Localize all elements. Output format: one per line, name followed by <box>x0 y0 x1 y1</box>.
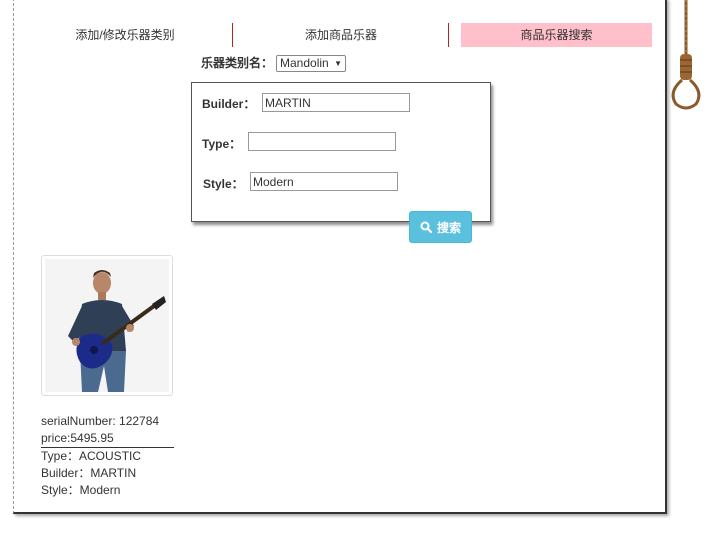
category-row: 乐器类别名： <box>201 54 273 72</box>
serial-number: serialNumber: 122784 <box>41 414 160 428</box>
category-select[interactable]: Mandolin ▼ <box>276 55 346 72</box>
category-label: 乐器类别名： <box>201 56 274 70</box>
search-icon <box>420 221 432 233</box>
style-label: Style： <box>203 177 244 191</box>
tab-add-instrument[interactable]: 添加商品乐器 <box>234 23 448 47</box>
search-panel: Builder： Type： Style： <box>191 82 491 222</box>
tab-search-instrument[interactable]: 商品乐器搜索 <box>461 23 652 47</box>
rope-noose-icon <box>671 0 701 110</box>
tab-manage-category[interactable]: 添加/修改乐器类别 <box>20 23 230 47</box>
builder-label: Builder： <box>202 97 256 111</box>
style-input[interactable] <box>250 172 398 191</box>
category-select-value: Mandolin <box>280 56 329 70</box>
search-button[interactable]: 搜索 <box>409 211 472 243</box>
type-input[interactable] <box>248 132 396 151</box>
product-builder: Builder：MARTIN <box>41 466 137 480</box>
type-label: Type： <box>202 137 242 151</box>
tab-divider <box>232 23 233 47</box>
guitarist-image <box>45 259 169 392</box>
product-image[interactable] <box>41 255 173 396</box>
product-style: Style：Modern <box>41 483 121 497</box>
product-info: serialNumber: 122784 price:5495.95 Type：… <box>41 413 174 499</box>
builder-input[interactable] <box>262 93 410 112</box>
price: price:5495.95 <box>41 430 174 448</box>
tab-divider <box>448 23 449 47</box>
search-button-label: 搜索 <box>436 220 461 235</box>
product-type: Type：ACOUSTIC <box>41 449 142 463</box>
chevron-down-icon: ▼ <box>334 59 342 68</box>
